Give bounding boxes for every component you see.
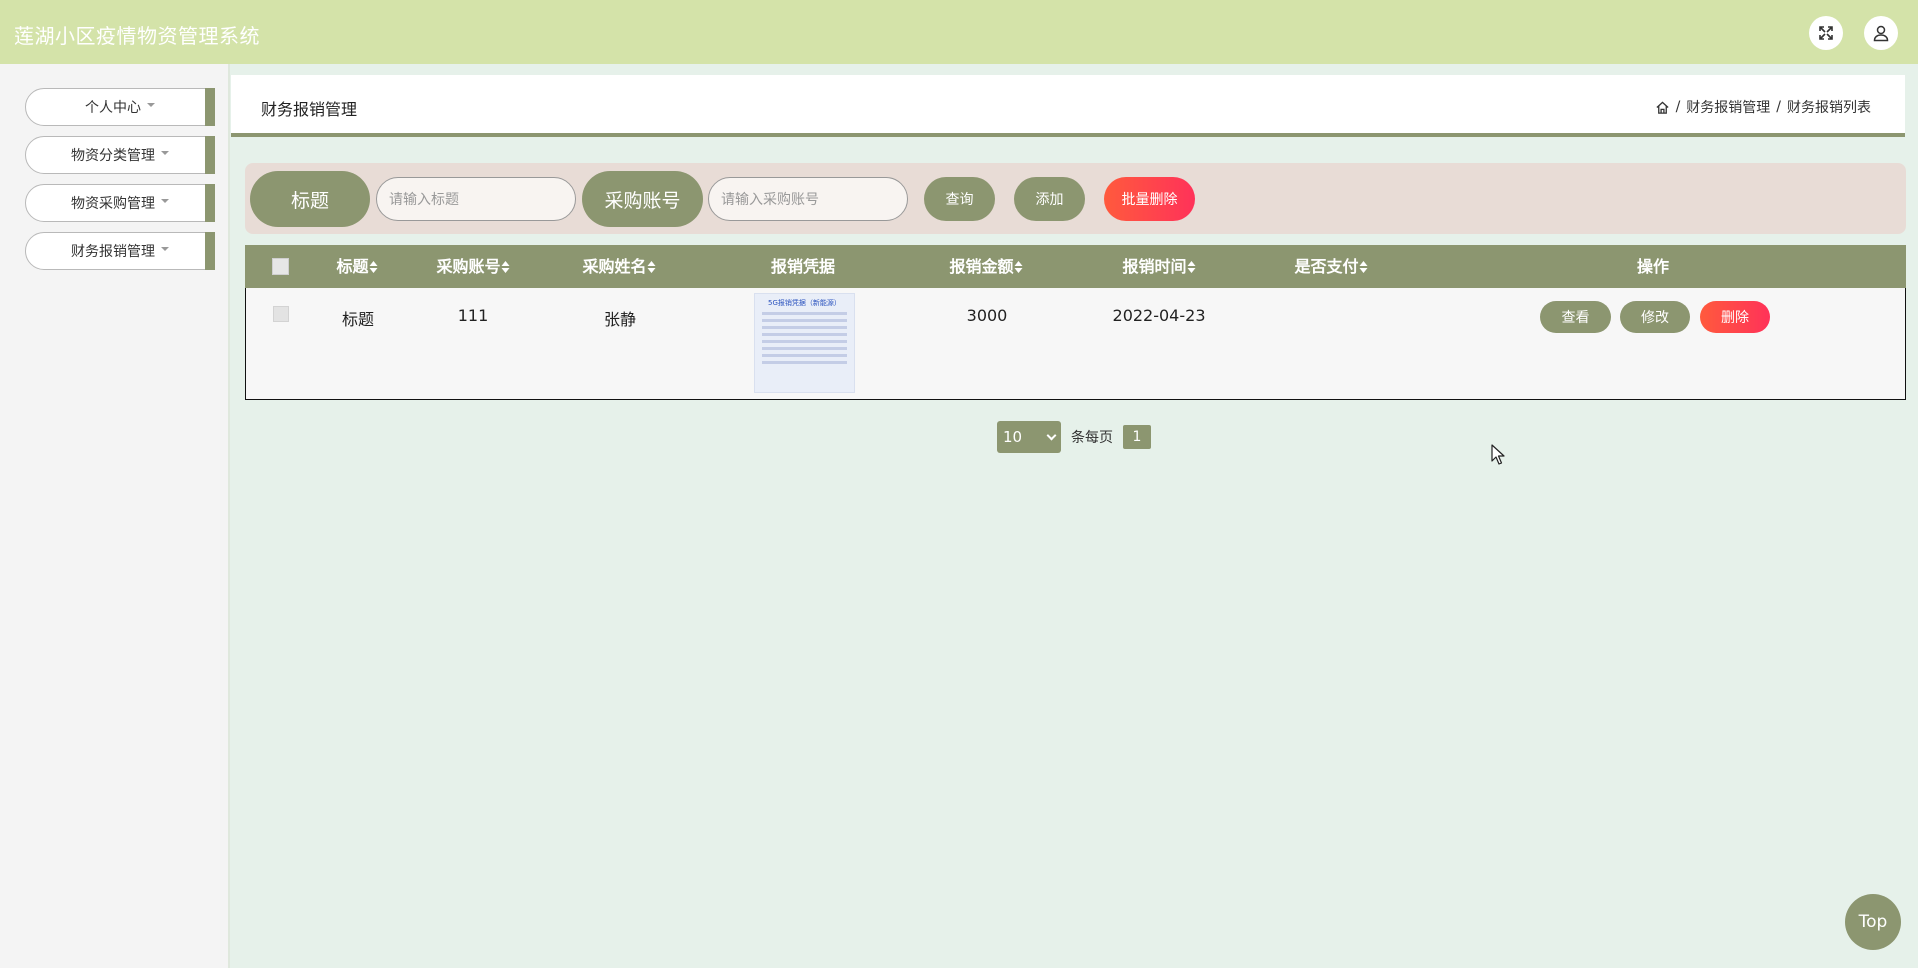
breadcrumb-separator: / [1776,99,1781,115]
sort-icon[interactable] [1187,261,1196,273]
cell-date: 2022-04-23 [1112,306,1206,325]
sort-icon[interactable] [1359,261,1368,273]
edit-button[interactable]: 修改 [1620,301,1690,333]
sort-icon[interactable] [647,261,656,273]
sort-icon[interactable] [501,261,510,273]
expand-icon [1819,26,1833,40]
title-filter-label: 标题 [250,171,370,227]
home-icon[interactable] [1655,100,1670,115]
select-all-checkbox[interactable] [272,258,289,275]
sidebar-item-material-category[interactable]: 物资分类管理 [25,136,215,174]
view-button[interactable]: 查看 [1540,301,1611,333]
column-header-name[interactable]: 采购姓名 [582,245,656,288]
sort-icon[interactable] [369,261,378,273]
table-row: 标题 111 张静 5G报销凭据（新能源） 3000 2022-04-23 查看… [245,288,1906,400]
sidebar-item-material-purchase[interactable]: 物资采购管理 [25,184,215,222]
column-header-title[interactable]: 标题 [336,245,378,288]
page-number-button[interactable]: 1 [1123,425,1151,449]
batch-delete-button[interactable]: 批量删除 [1104,177,1195,221]
user-icon [1873,25,1889,42]
per-page-label: 条每页 [1071,430,1113,446]
page-title: 财务报销管理 [261,100,358,119]
breadcrumb-level2: 财务报销列表 [1787,100,1871,116]
sort-icon[interactable] [1014,261,1023,273]
breadcrumb: / 财务报销管理 / 财务报销列表 [1655,97,1871,117]
receipt-image-lines [759,312,850,364]
page-size-select[interactable]: 10 [997,421,1061,453]
receipt-thumbnail[interactable]: 5G报销凭据（新能源） [754,293,855,393]
cell-amount: 3000 [966,306,1008,325]
fullscreen-button[interactable] [1809,16,1843,50]
delete-button[interactable]: 删除 [1700,301,1770,333]
sidebar-item-label: 物资分类管理 [71,148,155,164]
caret-down-icon [161,151,169,155]
account-filter-label: 采购账号 [582,171,703,227]
chevron-down-icon [1046,430,1057,440]
title-search-input[interactable]: 请输入标题 [376,177,576,221]
column-header-amount[interactable]: 报销金额 [949,245,1023,288]
search-bar: 标题 请输入标题 采购账号 请输入采购账号 查询 添加 批量删除 [245,163,1906,234]
pagination: 10 条每页 1 [997,421,1151,453]
query-button[interactable]: 查询 [924,177,995,221]
caret-down-icon [161,199,169,203]
sidebar-item-label: 物资采购管理 [71,196,155,212]
app-title: 莲湖小区疫情物资管理系统 [14,24,260,48]
account-search-input[interactable]: 请输入采购账号 [708,177,908,221]
sidebar-item-label: 财务报销管理 [71,244,155,260]
mouse-cursor-icon [1491,444,1505,465]
sidebar: 个人中心 物资分类管理 物资采购管理 财务报销管理 [0,64,230,968]
user-menu-button[interactable] [1864,16,1898,50]
breadcrumb-separator: / [1675,99,1681,115]
row-checkbox[interactable] [273,306,289,322]
caret-down-icon [147,103,155,107]
column-header-paid[interactable]: 是否支付 [1294,245,1368,288]
column-header-date[interactable]: 报销时间 [1122,245,1196,288]
receipt-caption: 5G报销凭据（新能源） [768,299,841,307]
column-header-actions: 操作 [1636,257,1670,276]
sidebar-item-label: 个人中心 [85,100,141,116]
top-header: 莲湖小区疫情物资管理系统 [0,0,1918,64]
sidebar-item-finance-reimbursement[interactable]: 财务报销管理 [25,232,215,270]
sidebar-item-personal-center[interactable]: 个人中心 [25,88,215,126]
reimbursement-table: 标题 采购账号 采购姓名 报销凭据 报销金额 报销时间 是否支付 操作 标题 1… [245,245,1906,400]
caret-down-icon [161,247,169,251]
table-header: 标题 采购账号 采购姓名 报销凭据 报销金额 报销时间 是否支付 操作 [245,245,1906,288]
column-header-receipt: 报销凭据 [770,257,836,276]
back-to-top-button[interactable]: Top [1845,894,1901,950]
breadcrumb-level1[interactable]: 财务报销管理 [1686,97,1770,117]
add-button[interactable]: 添加 [1014,177,1085,221]
cell-name: 张静 [603,310,637,329]
column-header-account[interactable]: 采购账号 [436,245,510,288]
cell-account: 111 [457,306,489,325]
page-size-value: 10 [1003,428,1023,446]
page-header-card: 财务报销管理 / 财务报销管理 / 财务报销列表 [231,75,1905,137]
cell-title: 标题 [341,310,375,329]
